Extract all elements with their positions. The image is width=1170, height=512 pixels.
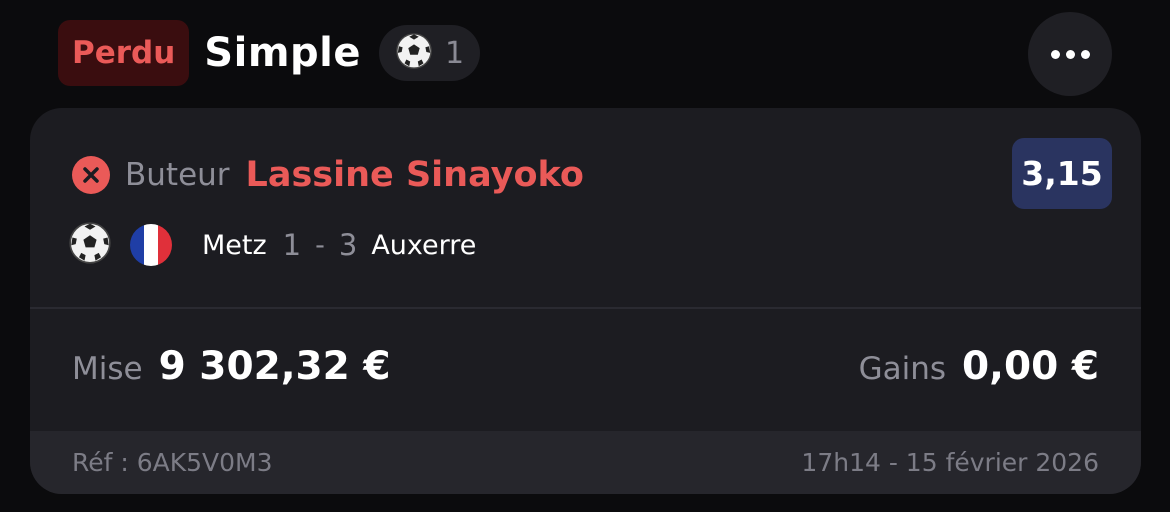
bet-header: Perdu Simple 1 xyxy=(58,20,481,86)
stake-value: 9 302,32 € xyxy=(158,344,391,389)
gains-row: Gains 0,00 € xyxy=(859,344,1099,400)
gains-label: Gains xyxy=(858,351,947,387)
away-team: Auxerre xyxy=(371,229,477,261)
x-circle-icon xyxy=(72,156,110,194)
more-horizontal-icon xyxy=(1048,49,1093,59)
france-flag-icon xyxy=(130,224,172,266)
selection-count: 1 xyxy=(444,35,465,71)
odds-badge: 3,15 xyxy=(1012,138,1112,209)
selection-row: Buteur Lassine Sinayoko xyxy=(72,152,584,198)
bet-footer: Réf : 6AK5V0M3 17h14 - 15 février 2026 xyxy=(30,431,1141,494)
gains-value: 0,00 € xyxy=(962,344,1099,389)
score-separator: - xyxy=(315,229,325,261)
status-badge: Perdu xyxy=(58,20,190,86)
bet-reference: Réf : 6AK5V0M3 xyxy=(72,448,273,477)
away-score: 3 xyxy=(338,228,358,262)
bet-card: Buteur Lassine Sinayoko 3,15 Metz 1 - 3 … xyxy=(30,108,1141,494)
bet-type-title: Simple xyxy=(204,30,361,76)
stake-row: Mise 9 302,32 € xyxy=(72,344,391,400)
soccer-ball-icon xyxy=(68,221,112,269)
home-team: Metz xyxy=(202,229,267,261)
match-row: Metz 1 - 3 Auxerre xyxy=(68,222,476,268)
sport-count-pill: 1 xyxy=(378,25,481,81)
more-options-button[interactable] xyxy=(1028,12,1112,96)
bet-datetime: 17h14 - 15 février 2026 xyxy=(801,448,1099,477)
divider xyxy=(30,307,1141,309)
home-score: 1 xyxy=(282,228,302,262)
stake-label: Mise xyxy=(72,351,143,387)
soccer-ball-icon xyxy=(395,32,433,74)
market-label: Buteur xyxy=(125,157,230,193)
player-name: Lassine Sinayoko xyxy=(245,155,584,195)
